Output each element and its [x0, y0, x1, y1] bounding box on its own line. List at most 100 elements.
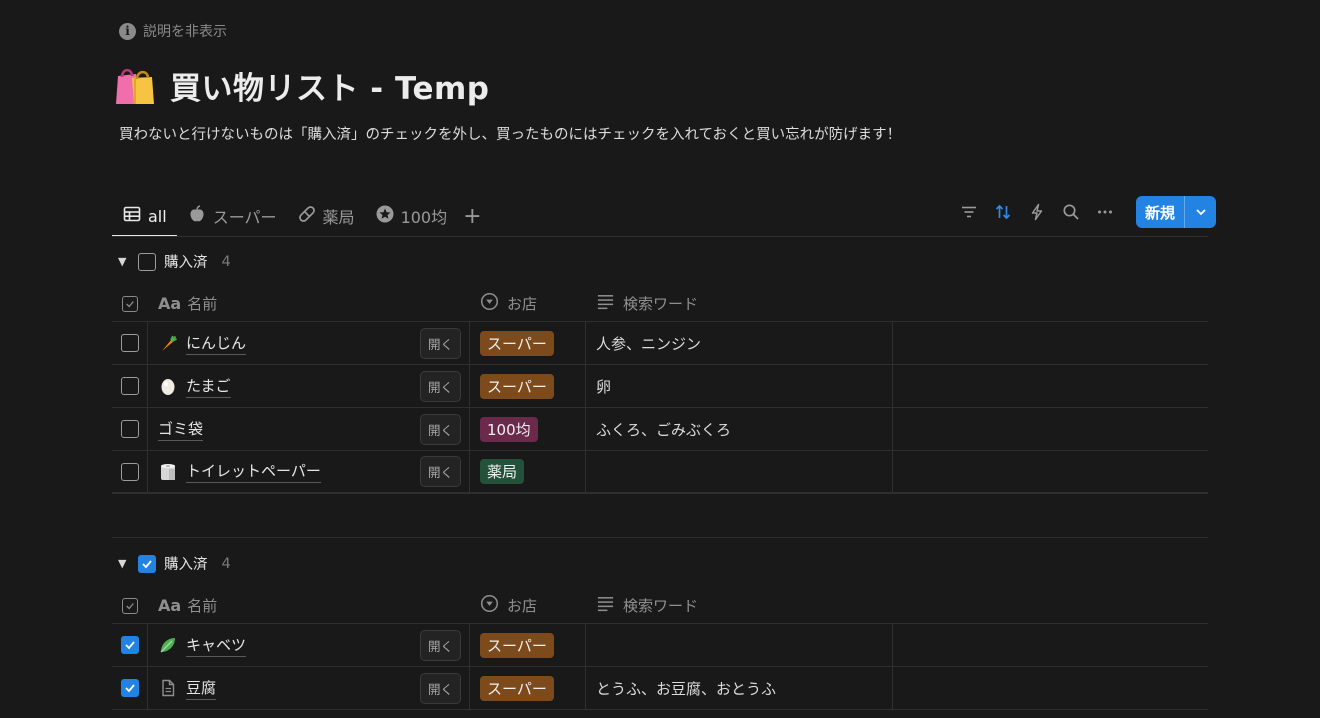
tab-100yen-label: 100均 [400, 208, 448, 227]
leafy-green-icon [158, 635, 178, 655]
checkbox-property-icon [122, 295, 138, 312]
keyword-column-header[interactable]: 検索ワード [586, 292, 698, 315]
hide-description-button[interactable]: i 説明を非表示 [119, 21, 227, 41]
keyword-cell[interactable]: 卵 [586, 365, 893, 407]
shop-tag[interactable]: スーパー [480, 373, 554, 399]
table-row[interactable]: トイレットペーパー 開く 薬局 [112, 451, 1208, 494]
view-tabs: all スーパー 薬局 100均 + [112, 196, 488, 237]
shop-column-label: お店 [507, 597, 538, 615]
tab-100yen[interactable]: 100均 [365, 196, 458, 236]
column-header-row: Aa 名前 お店 検索ワード [112, 286, 1208, 322]
keyword-cell[interactable]: ふくろ、ごみぶくろ [586, 408, 893, 450]
text-property-icon: Aa [158, 294, 182, 313]
column-header-row: Aa 名前 お店 検索ワード [112, 588, 1208, 624]
row-checkbox[interactable] [120, 679, 139, 697]
shop-tag[interactable]: 100均 [480, 416, 538, 442]
item-name[interactable]: キャベツ [186, 634, 247, 657]
shop-tag[interactable]: 薬局 [480, 459, 525, 484]
tab-super[interactable]: スーパー [177, 196, 287, 236]
keyword-column-header[interactable]: 検索ワード [586, 594, 698, 617]
name-column-header[interactable]: Aa 名前 [148, 293, 470, 314]
table-row[interactable]: にんじん 開く スーパー 人参、ニンジン [112, 322, 1208, 365]
keyword-cell[interactable] [586, 624, 893, 666]
open-button[interactable]: 開く [419, 327, 461, 359]
checkbox-column-header[interactable] [112, 295, 148, 312]
open-button[interactable]: 開く [419, 672, 461, 704]
keyword-cell[interactable] [586, 451, 893, 492]
shopping-bags-icon[interactable] [112, 62, 158, 108]
group-checkbox-icon [138, 554, 156, 573]
tabs-divider [112, 236, 1208, 237]
item-name[interactable]: トイレットペーパー [186, 460, 321, 483]
add-view-button[interactable]: + [457, 196, 487, 236]
keyword-cell[interactable]: 人参、ニンジン [586, 322, 893, 364]
group-label: 購入済 [164, 557, 208, 573]
group-header-unchecked[interactable]: ▼ 購入済 4 [118, 251, 231, 272]
shop-tag[interactable]: スーパー [480, 330, 554, 356]
plus-icon: + [463, 203, 482, 229]
row-checkbox[interactable] [120, 636, 139, 654]
tab-pharmacy[interactable]: 薬局 [287, 196, 365, 236]
keyword-column-label: 検索ワード [623, 295, 699, 313]
new-button-label: 新規 [1145, 203, 1176, 222]
row-checkbox[interactable] [120, 462, 139, 481]
text-lines-icon [596, 292, 615, 315]
automation-icon[interactable] [1026, 201, 1048, 223]
item-name[interactable]: ゴミ袋 [158, 418, 204, 441]
group-header-checked[interactable]: ▼ 購入済 4 [118, 553, 231, 574]
table-row[interactable]: たまご 開く スーパー 卵 [112, 365, 1208, 408]
keyword-cell[interactable]: とうふ、お豆腐、おとうふ [586, 667, 893, 709]
shop-column-header[interactable]: お店 [470, 292, 586, 315]
open-button[interactable]: 開く [419, 370, 461, 402]
hide-description-label: 説明を非表示 [143, 24, 227, 40]
group-divider [112, 537, 1208, 538]
sort-icon[interactable] [992, 201, 1014, 223]
apple-icon [187, 204, 207, 228]
item-name[interactable]: 豆腐 [186, 677, 217, 700]
checkbox-column-header[interactable] [112, 597, 148, 614]
more-icon[interactable] [1094, 201, 1116, 223]
row-checkbox[interactable] [120, 420, 139, 438]
name-column-label: 名前 [187, 597, 218, 615]
pill-icon [297, 204, 317, 228]
triangle-down-icon[interactable]: ▼ [118, 255, 130, 268]
chevron-down-icon[interactable] [1184, 196, 1216, 228]
text-lines-icon [596, 594, 615, 617]
shop-tag[interactable]: スーパー [480, 675, 554, 701]
open-button[interactable]: 開く [419, 413, 461, 445]
star-icon [375, 204, 395, 228]
carrot-icon [158, 333, 178, 353]
info-icon: i [119, 22, 136, 40]
tab-pharmacy-label: 薬局 [322, 208, 355, 227]
egg-icon [158, 376, 178, 396]
tab-all[interactable]: all [112, 196, 177, 237]
open-button[interactable]: 開く [419, 629, 461, 661]
table-row[interactable]: 豆腐 開く スーパー とうふ、お豆腐、おとうふ [112, 667, 1208, 710]
select-property-icon [480, 594, 499, 617]
item-name[interactable]: にんじん [186, 332, 247, 355]
checkbox-property-icon [122, 597, 138, 614]
table-icon [122, 204, 142, 228]
text-property-icon: Aa [158, 596, 182, 615]
search-icon[interactable] [1060, 201, 1082, 223]
shop-column-header[interactable]: お店 [470, 594, 586, 617]
table-row[interactable]: ゴミ袋 開く 100均 ふくろ、ごみぶくろ [112, 408, 1208, 451]
row-checkbox[interactable] [120, 377, 139, 395]
group-count: 4 [221, 555, 231, 572]
database-toolbar: 新規 [958, 196, 1217, 228]
table-row[interactable]: キャベツ 開く スーパー [112, 624, 1208, 667]
select-property-icon [480, 292, 499, 315]
item-name[interactable]: たまご [186, 375, 231, 398]
page-title-row: 買い物リスト - Temp [112, 62, 490, 108]
group-label: 購入済 [164, 255, 208, 271]
name-column-header[interactable]: Aa 名前 [148, 595, 470, 616]
open-button[interactable]: 開く [419, 456, 461, 487]
filter-icon[interactable] [958, 201, 980, 223]
row-checkbox[interactable] [120, 334, 139, 352]
page-title[interactable]: 買い物リスト - Temp [170, 63, 490, 108]
triangle-down-icon[interactable]: ▼ [118, 557, 130, 570]
new-button[interactable]: 新規 [1136, 196, 1217, 228]
page-description: 買わないと行けないものは「購入済」のチェックを外し、買ったものにはチェックを入れ… [119, 127, 902, 143]
shop-tag[interactable]: スーパー [480, 632, 554, 658]
group-checkbox-icon [138, 252, 156, 271]
